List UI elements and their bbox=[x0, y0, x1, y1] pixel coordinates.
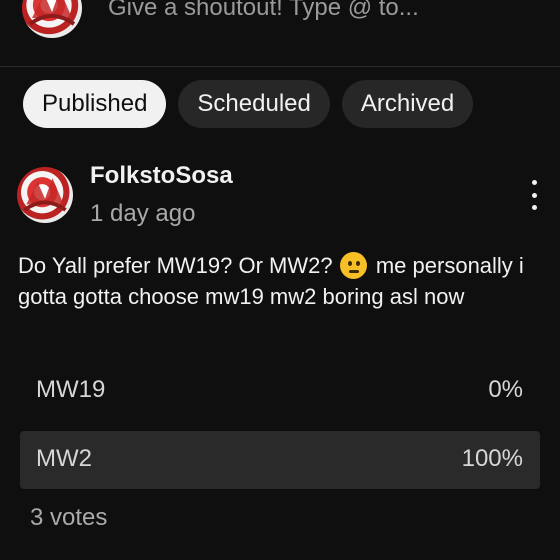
post-timestamp: 1 day ago bbox=[90, 200, 196, 227]
poll-option-percent: 0% bbox=[488, 376, 523, 403]
avatar-image-icon bbox=[28, 0, 76, 26]
post-composer[interactable]: Give a shoutout! Type @ to... bbox=[0, 0, 560, 67]
shoutout-input[interactable]: Give a shoutout! Type @ to... bbox=[108, 0, 419, 22]
author-avatar-image-icon bbox=[23, 178, 67, 212]
poll-vote-count: 3 votes bbox=[30, 504, 108, 531]
more-options-icon[interactable] bbox=[524, 180, 544, 210]
post-filter-tabs: Published Scheduled Archived bbox=[23, 80, 474, 128]
poll-option-label: MW2 bbox=[36, 445, 92, 472]
poll-option-percent: 100% bbox=[461, 445, 523, 472]
tab-scheduled[interactable]: Scheduled bbox=[178, 80, 330, 128]
thinking-face-icon bbox=[339, 252, 367, 279]
post-text-start: Do Yall prefer MW19? Or MW2? bbox=[18, 253, 333, 278]
composer-avatar bbox=[22, 0, 82, 38]
tab-published[interactable]: Published bbox=[23, 80, 167, 128]
author-name[interactable]: FolkstoSosa bbox=[90, 162, 233, 190]
poll-option-mw2[interactable]: MW2 100% bbox=[20, 431, 540, 489]
poll-option-label: MW19 bbox=[36, 376, 106, 403]
poll-option-mw19[interactable]: MW19 0% bbox=[20, 362, 540, 420]
tab-archived[interactable]: Archived bbox=[341, 80, 474, 128]
author-avatar[interactable] bbox=[17, 167, 73, 223]
post-text: Do Yall prefer MW19? Or MW2? me personal… bbox=[18, 250, 538, 312]
